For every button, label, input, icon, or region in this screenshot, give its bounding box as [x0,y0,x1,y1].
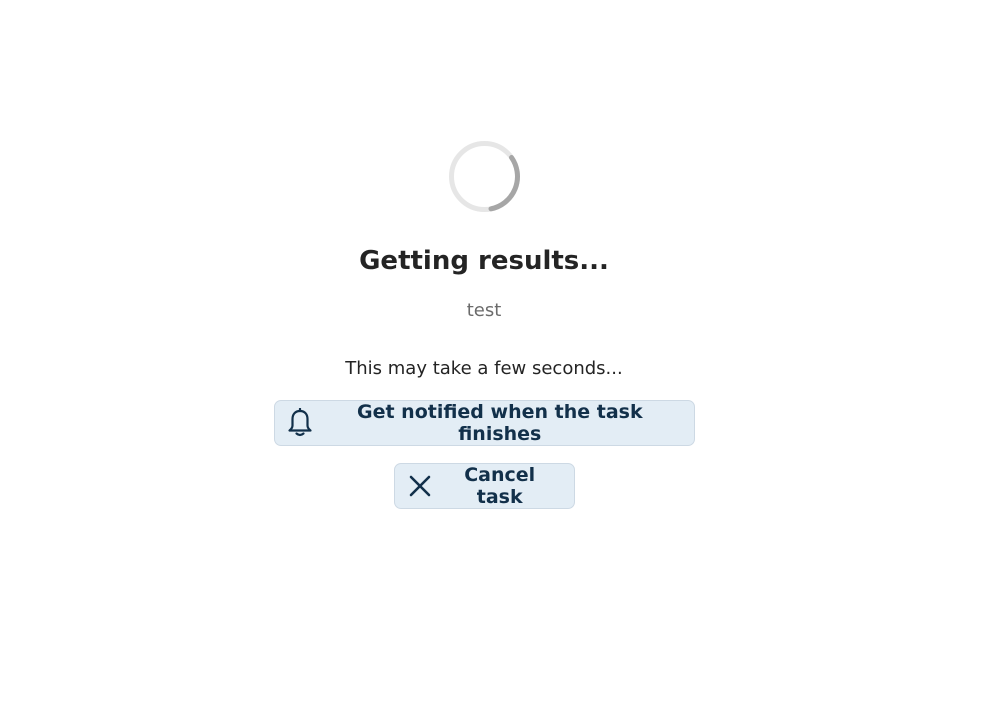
loading-page: Getting results... test This may take a … [0,0,988,722]
page-title: Getting results... [359,246,609,276]
bell-icon [287,408,314,438]
wait-hint: This may take a few seconds... [345,358,623,379]
loading-spinner-icon [448,140,521,213]
cancel-task-label: Cancel task [464,464,536,508]
task-name: test [466,300,502,321]
close-icon [407,471,433,501]
cancel-task-button[interactable]: Cancel task [394,463,575,509]
notify-button[interactable]: Get notified when the task finishes [274,400,695,446]
notify-button-label: Get notified when the task finishes [356,401,643,445]
